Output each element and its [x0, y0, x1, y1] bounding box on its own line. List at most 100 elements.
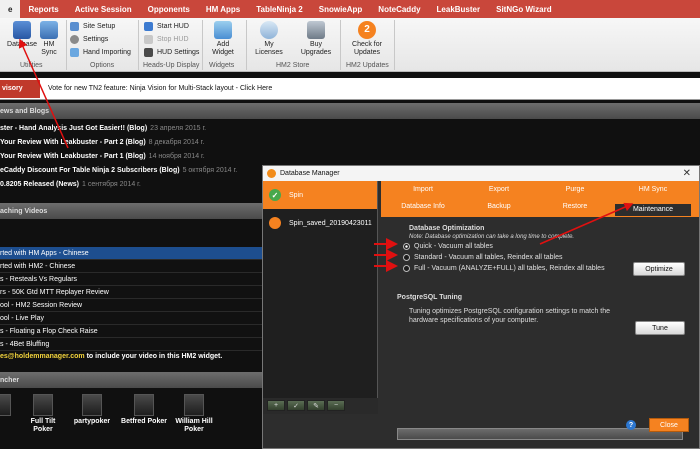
app-icon [267, 169, 276, 178]
update-badge-icon: 2 [358, 21, 376, 39]
menu-leakbuster[interactable]: LeakBuster [429, 0, 489, 18]
group-hud-label: Heads-Up Display [143, 62, 200, 69]
advisory-link[interactable]: Vote for new TN2 feature: Ninja Vision f… [48, 85, 272, 92]
video-footer-note: es@holdemmanager.com to include your vid… [0, 353, 222, 360]
video-row[interactable]: rted with HM2 - Chinese [0, 260, 262, 273]
stop-hud-button[interactable]: Stop HUD [144, 35, 189, 44]
menu-active-session[interactable]: Active Session [67, 0, 140, 18]
video-row[interactable]: s - Floating a Flop Check Raise [0, 325, 262, 338]
launcher-site[interactable] [0, 394, 11, 418]
optimization-note: Note: Database optimization can take a l… [409, 234, 575, 240]
launcher-site[interactable]: partypoker [72, 394, 112, 426]
hm-sync-button[interactable]: HM Sync [38, 21, 60, 57]
site-setup-button[interactable]: Site Setup [70, 22, 115, 31]
database-item[interactable]: Spin_saved_20190423011 [263, 209, 377, 237]
video-row[interactable]: s - Resteals Vs Regulars [0, 273, 262, 286]
menu-sitngo-wizard[interactable]: SitNGo Wizard [488, 0, 559, 18]
stop-hud-label: Stop HUD [157, 36, 189, 43]
menu-home[interactable]: e [0, 0, 21, 18]
tab-restore[interactable]: Restore [537, 203, 613, 210]
option-quick-radio[interactable]: Quick - Vacuum all tables [403, 243, 493, 250]
license-icon [260, 21, 278, 39]
help-icon[interactable]: ? [626, 420, 636, 430]
news-item[interactable]: Your Review With Leakbuster - Part 2 (Bl… [0, 139, 204, 146]
settings-button[interactable]: Settings [70, 35, 108, 44]
ribbon-toolbar: Database HM Sync Utilities Site Setup Se… [0, 18, 700, 72]
close-icon[interactable]: ✕ [683, 168, 691, 179]
start-hud-button[interactable]: Start HUD [144, 22, 189, 31]
news-item[interactable]: 0.8205 Released (News) 1 сентября 2014 г. [0, 181, 141, 188]
hand-importing-button[interactable]: Hand Importing [70, 48, 131, 57]
menu-notecaddy[interactable]: NoteCaddy [370, 0, 428, 18]
buy-upgrades-button[interactable]: Buy Upgrades [298, 21, 334, 57]
delete-database-icon[interactable]: − [327, 400, 345, 411]
tab-hm-sync[interactable]: HM Sync [615, 186, 691, 193]
add-widget-label: Add Widget [212, 41, 234, 56]
start-hud-label: Start HUD [157, 23, 189, 30]
group-updates-label: HM2 Updates [346, 62, 389, 69]
tab-maintenance[interactable]: Maintenance [615, 204, 691, 216]
news-date: 1 сентября 2014 г. [82, 181, 141, 188]
check-updates-label: Check for Updates [352, 41, 382, 56]
buy-upgrades-label: Buy Upgrades [300, 41, 332, 56]
news-date: 14 ноября 2014 г. [148, 153, 205, 160]
site-logo-icon [82, 394, 102, 416]
video-row[interactable]: rted with HM Apps - Chinese [0, 247, 262, 260]
launcher-site[interactable]: William Hill Poker [174, 394, 214, 434]
news-item[interactable]: ster - Hand Analysis Just Got Easier!! (… [0, 125, 206, 132]
menu-tableninja[interactable]: TableNinja 2 [248, 0, 311, 18]
option-full-radio[interactable]: Full - Vacuum (ANALYZE+FULL) all tables,… [403, 265, 605, 272]
activate-database-icon[interactable]: ✓ [287, 400, 305, 411]
group-widgets-label: Widgets [209, 62, 235, 69]
tab-export[interactable]: Export [461, 186, 537, 193]
launcher-site[interactable]: Full Tilt Poker [20, 394, 66, 434]
ribbon-separator [138, 20, 139, 70]
close-button[interactable]: Close [649, 418, 689, 432]
add-database-icon[interactable]: + [267, 400, 285, 411]
hud-settings-button[interactable]: HUD Settings [144, 48, 199, 57]
news-heading: ews and Blogs [0, 103, 700, 119]
video-row[interactable]: ool - Live Play [0, 312, 262, 325]
dialog-title: Database Manager [280, 170, 340, 177]
progress-bar [397, 428, 683, 440]
menu-snowieapp[interactable]: SnowieApp [311, 0, 371, 18]
launcher-site[interactable]: Betfred Poker [120, 394, 168, 426]
database-button[interactable]: Database [6, 21, 38, 49]
add-widget-button[interactable]: Add Widget [208, 21, 238, 57]
contact-email-link[interactable]: es@holdemmanager.com [0, 353, 85, 360]
database-manager-dialog: Database Manager ✕ ✓ Spin Spin_saved_201… [262, 165, 700, 449]
tune-button[interactable]: Tune [635, 321, 685, 335]
gear-icon [70, 35, 79, 44]
optimize-button[interactable]: Optimize [633, 262, 685, 276]
tab-purge[interactable]: Purge [537, 186, 613, 193]
database-item[interactable]: ✓ Spin [263, 181, 377, 209]
edit-database-icon[interactable]: ✎ [307, 400, 325, 411]
option-standard-radio[interactable]: Standard - Vacuum all tables, Reindex al… [403, 254, 563, 261]
my-licenses-button[interactable]: My Licenses [252, 21, 286, 57]
news-item[interactable]: eCaddy Discount For Table Ninja 2 Subscr… [0, 167, 237, 174]
database-list: ✓ Spin Spin_saved_20190423011 [263, 181, 378, 398]
hand-importing-icon [70, 48, 79, 57]
database-name: Spin [289, 191, 304, 199]
ribbon-separator [340, 20, 341, 70]
site-logo-icon [134, 394, 154, 416]
stop-icon [144, 35, 153, 44]
news-date: 5 октября 2014 г. [182, 167, 238, 174]
news-date: 8 декабря 2014 г. [148, 139, 205, 146]
news-item[interactable]: Your Review With Leakbuster - Part 1 (Bl… [0, 153, 205, 160]
menu-reports[interactable]: Reports [20, 0, 66, 18]
menu-opponents[interactable]: Opponents [140, 0, 198, 18]
video-row[interactable]: rs - 50K Gtd MTT Replayer Review [0, 286, 262, 299]
menu-hm-apps[interactable]: HM Apps [198, 0, 248, 18]
hud-settings-label: HUD Settings [157, 49, 200, 56]
tab-database-info[interactable]: Database Info [385, 203, 461, 210]
check-updates-button[interactable]: 2 Check for Updates [346, 21, 388, 57]
tab-import[interactable]: Import [385, 186, 461, 193]
launcher-label: William Hill Poker [175, 418, 213, 433]
video-row[interactable]: ool - HM2 Session Review [0, 299, 262, 312]
news-title: Your Review With Leakbuster - Part 1 (Bl… [0, 153, 146, 160]
option-label: Quick - Vacuum all tables [414, 243, 493, 250]
dialog-titlebar: Database Manager ✕ [263, 166, 699, 181]
video-row[interactable]: s - 4Bet Bluffing [0, 338, 262, 351]
tab-backup[interactable]: Backup [461, 203, 537, 210]
